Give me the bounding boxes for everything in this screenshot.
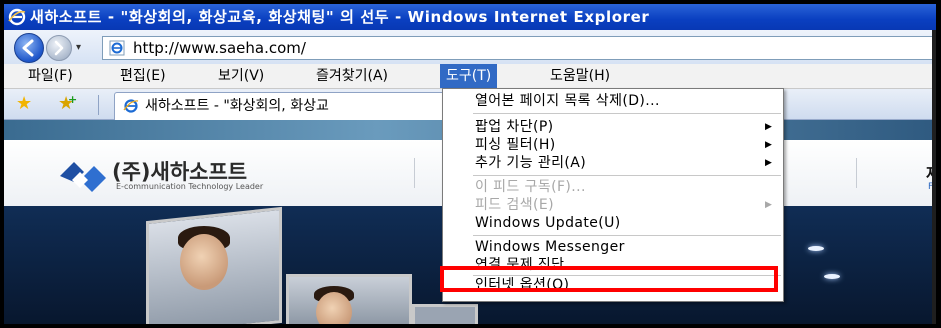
submenu-arrow-icon: ▶ [765, 200, 772, 210]
tab-saeha[interactable]: 새하소프트 - "화상회의, 화상교 [114, 92, 476, 120]
back-button[interactable] [14, 33, 44, 63]
highlight-box [440, 266, 778, 292]
address-field[interactable]: http://www.saeha.com/ [102, 36, 936, 60]
ie-page-icon [123, 99, 139, 113]
menu-item-delete-history[interactable]: 열어본 페이지 목록 삭제(D)... [443, 91, 783, 111]
header-divider [414, 158, 415, 188]
menu-item-label: 피드 검색(E) [475, 197, 554, 213]
menu-separator [473, 175, 781, 176]
saeha-logo-icon [60, 162, 106, 192]
hero-light-dot [808, 246, 824, 251]
submenu-arrow-icon: ▶ [765, 122, 772, 132]
hero-person [180, 234, 228, 290]
menu-item-phishing-filter[interactable]: 피싱 필터(H) ▶ [443, 135, 783, 155]
hero-photo [412, 304, 478, 324]
address-toolbar: ▾ http://www.saeha.com/ [4, 30, 936, 65]
menu-item-label: Windows Update(U) [475, 215, 621, 231]
menu-favorites[interactable]: 즐겨찾기(A) [310, 64, 394, 88]
menu-item-windows-messenger[interactable]: Windows Messenger [443, 237, 783, 257]
menu-item-label: 팝업 차단(P) [475, 119, 554, 135]
recent-pages-dropdown[interactable]: ▾ [76, 42, 81, 53]
ie-page-icon [109, 40, 125, 56]
back-arrow-icon [22, 39, 34, 57]
menu-separator [473, 113, 781, 114]
tab-title: 새하소프트 - "화상회의, 화상교 [145, 98, 329, 114]
menu-item-label: 열어본 페이지 목록 삭제(D)... [475, 93, 660, 109]
window-right-edge [932, 30, 936, 324]
window-title: 새하소프트 - "화상회의, 화상교육, 화상채팅" 의 선두 - Window… [30, 8, 650, 26]
menu-tools[interactable]: 도구(T) [440, 64, 498, 88]
menu-item-feed-discovery: 피드 검색(E) ▶ [443, 195, 783, 215]
menu-item-subscribe-feed: 이 피드 구독(F)... [443, 177, 783, 197]
plus-icon: + [68, 93, 78, 106]
browser-window: 새하소프트 - "화상회의, 화상교육, 화상채팅" 의 선두 - Window… [4, 4, 936, 324]
submenu-arrow-icon: ▶ [765, 158, 772, 168]
menu-help[interactable]: 도움말(H) [544, 64, 616, 88]
url-text: http://www.saeha.com/ [133, 39, 306, 57]
menu-edit[interactable]: 편집(E) [114, 64, 172, 88]
submenu-arrow-icon: ▶ [765, 140, 772, 150]
header-divider [856, 158, 857, 188]
toolbar-separator [98, 95, 99, 115]
menu-view[interactable]: 보기(V) [212, 64, 270, 88]
hero-person [316, 292, 352, 324]
hero-light-dot [824, 274, 840, 279]
menu-item-popup-blocker[interactable]: 팝업 차단(P) ▶ [443, 117, 783, 137]
menu-separator [473, 235, 781, 236]
star-icon[interactable]: ★ [16, 94, 32, 114]
add-favorites-icon[interactable]: ★ + [58, 93, 77, 114]
internet-explorer-icon [8, 8, 26, 26]
menu-item-windows-update[interactable]: Windows Update(U) [443, 213, 783, 233]
menu-file[interactable]: 파일(F) [22, 64, 79, 88]
site-logo-tagline: E-communication Technology Leader [116, 182, 264, 191]
title-bar: 새하소프트 - "화상회의, 화상교육, 화상채팅" 의 선두 - Window… [4, 4, 936, 30]
forward-arrow-icon [54, 40, 64, 56]
menu-item-label: 이 피드 구독(F)... [475, 179, 586, 195]
forward-button[interactable] [46, 35, 72, 61]
menu-item-label: 피싱 필터(H) [475, 137, 556, 153]
menu-item-label: Windows Messenger [475, 239, 625, 255]
menu-item-label: 추가 기능 관리(A) [475, 155, 587, 171]
menu-bar: 파일(F) 편집(E) 보기(V) 즐겨찾기(A) 도구(T) 도움말(H) [4, 64, 936, 89]
menu-item-manage-addons[interactable]: 추가 기능 관리(A) ▶ [443, 153, 783, 173]
